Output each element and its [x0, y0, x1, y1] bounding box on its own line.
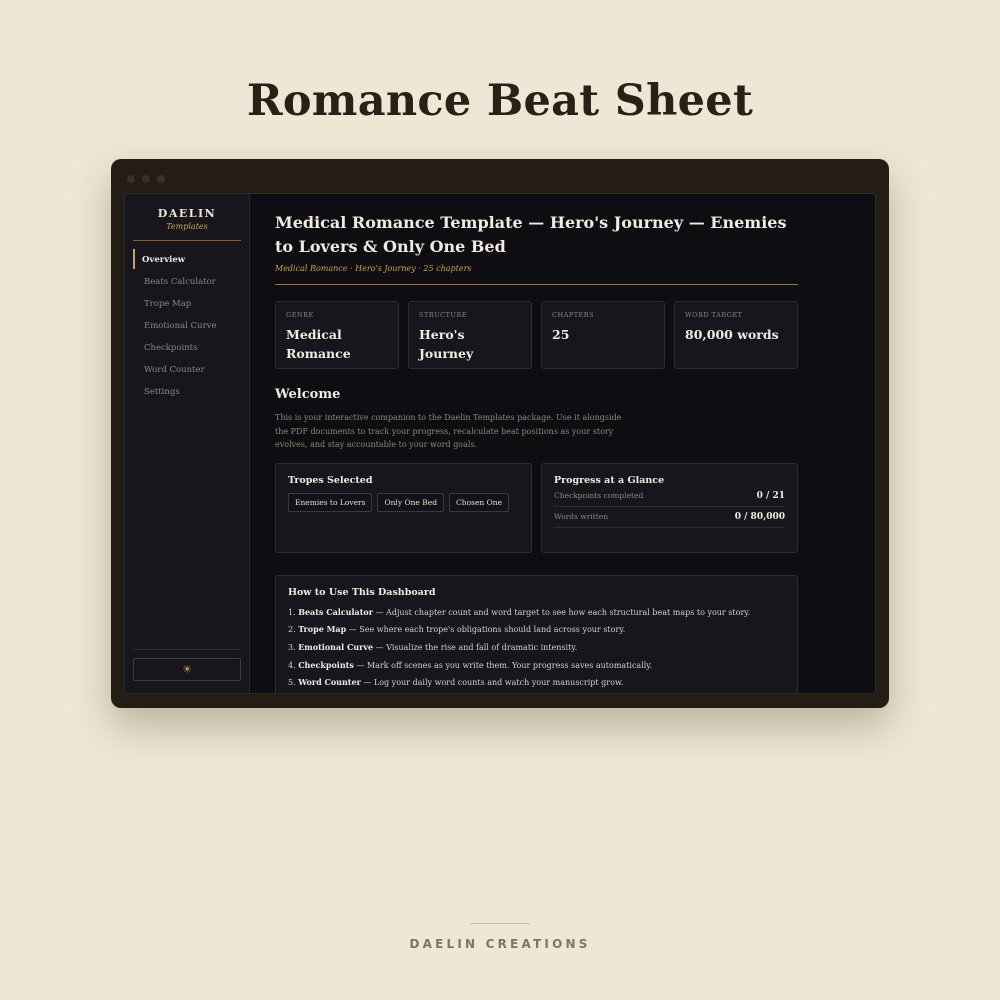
stat-card-word-target: WORD TARGET 80,000 words — [674, 301, 798, 369]
list-item: 4. Checkpoints — Mark off scenes as you … — [288, 657, 785, 675]
trope-chips: Enemies to Lovers Only One Bed Chosen On… — [288, 492, 519, 512]
list-number: 3. — [288, 642, 296, 652]
sidebar-item-checkpoints[interactable]: Checkpoints — [133, 337, 249, 359]
list-item: 5. Word Counter — Log your daily word co… — [288, 674, 785, 692]
list-desc: — Visualize the rise and fall of dramati… — [373, 642, 578, 652]
howto-heading: How to Use This Dashboard — [288, 586, 436, 598]
trope-chip[interactable]: Enemies to Lovers — [288, 492, 373, 512]
stat-value: Hero's Journey — [419, 327, 474, 361]
stat-card-chapters: CHAPTERS 25 — [541, 301, 665, 369]
list-term: Beats Calculator — [298, 606, 373, 617]
list-desc: — Log your daily word counts and watch y… — [360, 678, 624, 688]
list-number: 5. — [288, 678, 296, 688]
divider — [133, 649, 241, 650]
sun-icon: ☀ — [182, 663, 192, 676]
tropes-panel: Tropes Selected Enemies to Lovers Only O… — [275, 462, 532, 553]
template-title: Medical Romance Template — Hero's Journe… — [275, 213, 787, 256]
trope-chip[interactable]: Only One Bed — [377, 492, 445, 512]
progress-heading: Progress at a Glance — [554, 474, 665, 486]
list-item: 3. Emotional Curve — Visualize the rise … — [288, 639, 785, 657]
progress-value: 0 / 21 — [756, 490, 785, 501]
list-desc: — Mark off scenes as you write them. You… — [353, 660, 653, 670]
footer-brand: DAELIN CREATIONS — [409, 937, 591, 951]
list-number: 4. — [288, 660, 296, 670]
template-subtitle: Medical Romance · Hero's Journey · 25 ch… — [275, 264, 472, 273]
howto-list: 1. Beats Calculator — Adjust chapter cou… — [288, 604, 785, 693]
brand-name: DAELIN — [157, 207, 217, 220]
tropes-heading: Tropes Selected — [288, 474, 373, 486]
list-number: 2. — [288, 625, 296, 635]
list-term: Trope Map — [298, 624, 347, 635]
brand-subtitle: Templates — [166, 222, 208, 231]
stat-card-structure: STRUCTURE Hero's Journey — [408, 301, 532, 369]
howto-panel: How to Use This Dashboard 1. Beats Calcu… — [275, 574, 798, 693]
sidebar-item-settings[interactable]: Settings — [133, 381, 249, 403]
panels-row: Tropes Selected Enemies to Lovers Only O… — [275, 462, 875, 553]
divider — [275, 284, 798, 285]
sidebar-item-trope-map[interactable]: Trope Map — [133, 293, 249, 315]
progress-value: 0 / 80,000 — [734, 511, 785, 522]
stat-label: CHAPTERS — [552, 311, 595, 319]
app-window: DAELIN Templates Overview Beats Calculat… — [111, 159, 889, 708]
divider — [133, 240, 241, 241]
trope-chip[interactable]: Chosen One — [449, 492, 510, 512]
list-number: 1. — [288, 607, 296, 617]
window-controls — [127, 175, 165, 183]
list-item: 2. Trope Map — See where each trope's ob… — [288, 621, 785, 639]
stat-label: STRUCTURE — [419, 311, 468, 319]
list-term: Emotional Curve — [298, 641, 374, 652]
stats-row: GENRE Medical Romance STRUCTURE Hero's J… — [275, 301, 875, 369]
stat-value: Medical Romance — [286, 327, 351, 361]
progress-row-checkpoints: Checkpoints completed 0 / 21 — [554, 486, 785, 507]
sidebar-item-emotional-curve[interactable]: Emotional Curve — [133, 315, 249, 337]
window-dot-close[interactable] — [127, 175, 135, 183]
stat-value: 80,000 words — [685, 327, 779, 342]
main-content: Medical Romance Template — Hero's Journe… — [250, 194, 875, 693]
welcome-heading: Welcome — [275, 387, 341, 402]
list-desc: — Adjust chapter count and word target t… — [372, 607, 751, 617]
footer-divider — [470, 923, 530, 924]
list-term: Word Counter — [298, 677, 361, 688]
sidebar: DAELIN Templates Overview Beats Calculat… — [125, 194, 250, 693]
window-dot-minimize[interactable] — [142, 175, 150, 183]
sidebar-item-beats-calculator[interactable]: Beats Calculator — [133, 271, 249, 293]
window-dot-maximize[interactable] — [157, 175, 165, 183]
stat-card-genre: GENRE Medical Romance — [275, 301, 399, 369]
welcome-text: This is your interactive companion to th… — [275, 413, 622, 449]
progress-label: Words written — [554, 512, 609, 521]
progress-panel: Progress at a Glance Checkpoints complet… — [541, 462, 798, 553]
progress-row-words: Words written 0 / 80,000 — [554, 507, 785, 528]
list-desc: — See where each trope's obligations sho… — [346, 625, 626, 635]
sidebar-item-word-counter[interactable]: Word Counter — [133, 359, 249, 381]
stat-label: GENRE — [286, 311, 314, 319]
stat-label: WORD TARGET — [685, 311, 743, 319]
brand: DAELIN Templates — [125, 194, 249, 231]
progress-label: Checkpoints completed — [554, 491, 644, 500]
theme-toggle-button[interactable]: ☀ — [133, 658, 241, 681]
list-item: 1. Beats Calculator — Adjust chapter cou… — [288, 604, 785, 622]
stat-value: 25 — [552, 327, 570, 342]
sidebar-nav: Overview Beats Calculator Trope Map Emot… — [125, 249, 249, 403]
sidebar-item-overview[interactable]: Overview — [133, 249, 249, 269]
list-term: Checkpoints — [298, 659, 354, 670]
page-title: Romance Beat Sheet — [246, 76, 754, 126]
app-screen: DAELIN Templates Overview Beats Calculat… — [124, 193, 876, 694]
